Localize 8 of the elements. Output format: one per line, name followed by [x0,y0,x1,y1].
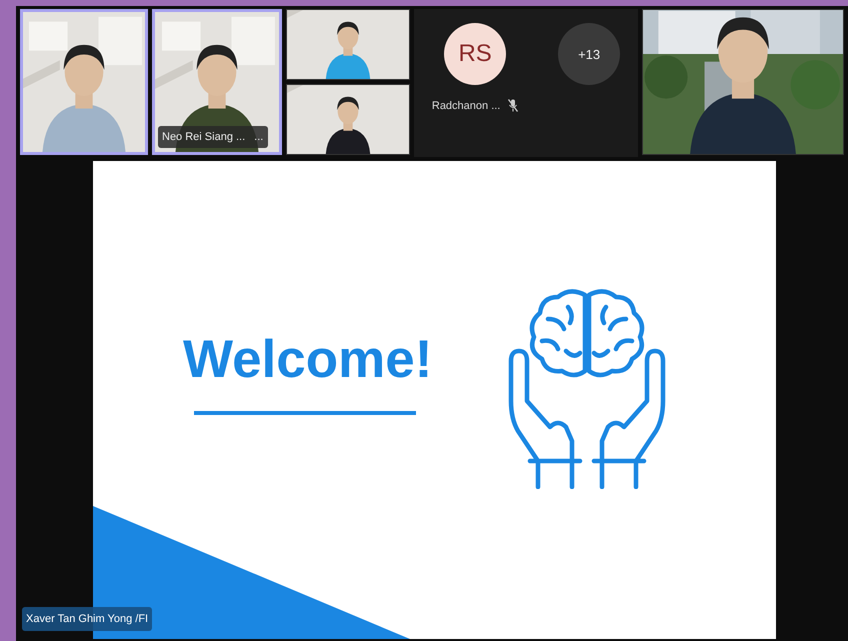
more-button[interactable]: ... [249,126,268,148]
participant-name: Neo Rei Siang ... [158,126,250,148]
presenter-name: Xaver Tan Ghim Yong /FI [22,607,152,631]
participant-name: Radchanon ... [432,100,500,112]
more-participants-count[interactable]: +13 [558,23,620,85]
slide-title: Welcome! [183,329,432,391]
avatar-initials: RS [444,23,506,85]
brain-in-hands-icon [508,289,666,489]
